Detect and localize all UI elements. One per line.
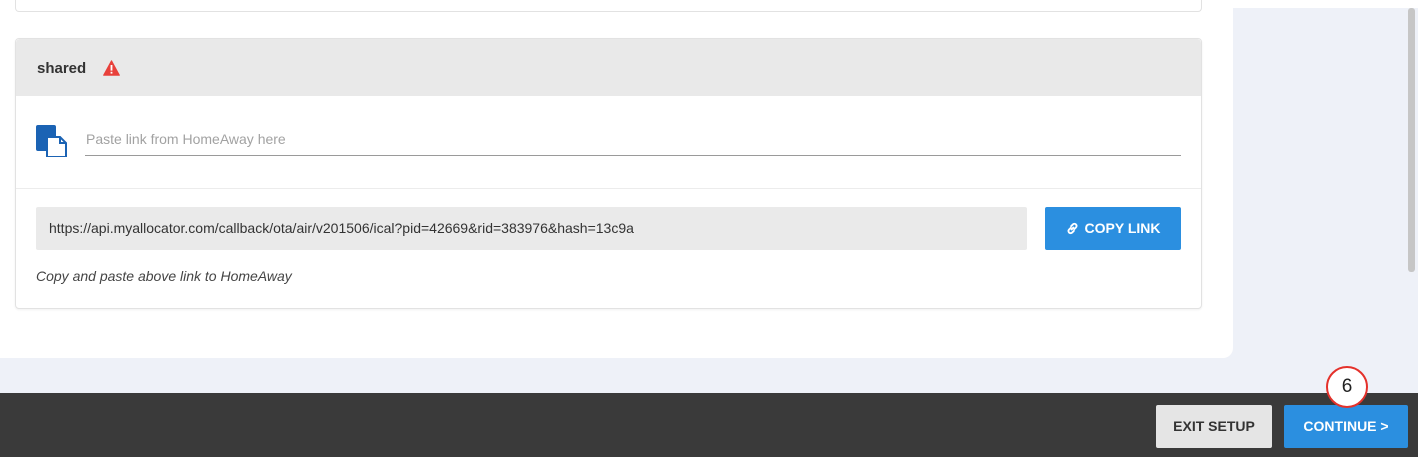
warning-triangle-icon (103, 60, 120, 76)
previous-panel (15, 0, 1202, 12)
step-number-marker: 6 (1326, 366, 1368, 408)
paste-link-row (16, 96, 1201, 189)
homeaway-link-input[interactable] (85, 123, 1181, 156)
content-card: shared https://api.myallocator.com/callb… (0, 0, 1233, 358)
copy-link-label: COPY LINK (1084, 220, 1161, 236)
footer-bar: EXIT SETUP CONTINUE > (0, 393, 1418, 457)
copy-hint-text: Copy and paste above link to HomeAway (36, 268, 292, 284)
export-url-field[interactable]: https://api.myallocator.com/callback/ota… (36, 207, 1027, 250)
scrollbar-thumb[interactable] (1408, 8, 1415, 272)
exit-setup-button[interactable]: EXIT SETUP (1156, 405, 1272, 448)
link-icon (1067, 222, 1077, 235)
panel-title: shared (37, 60, 87, 77)
ical-sync-panel: shared https://api.myallocator.com/callb… (15, 38, 1202, 309)
divider (16, 188, 1201, 189)
continue-button[interactable]: CONTINUE > (1284, 405, 1408, 448)
paste-clipboard-icon (36, 125, 67, 157)
panel-header: shared (16, 39, 1201, 96)
copy-link-button[interactable]: COPY LINK (1045, 207, 1181, 250)
